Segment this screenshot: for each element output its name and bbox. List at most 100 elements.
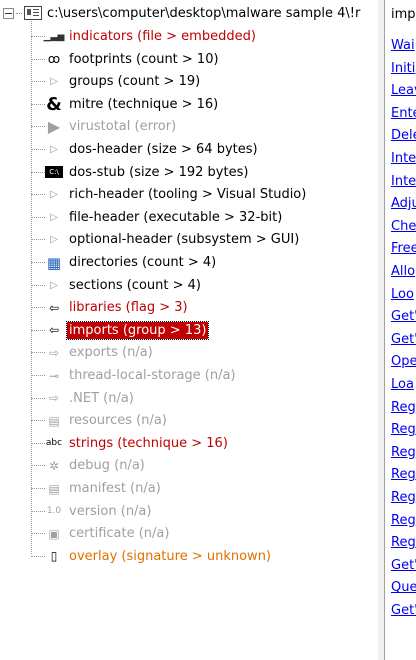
imports-icon: ⇦ bbox=[48, 323, 60, 338]
tree-item[interactable]: ⇨ .NET (n/a) bbox=[31, 388, 136, 409]
tree-connector bbox=[31, 488, 45, 489]
import-link[interactable]: Reg bbox=[391, 487, 416, 508]
import-link[interactable]: Inte bbox=[391, 148, 416, 169]
import-link[interactable]: Get' bbox=[391, 600, 416, 621]
tree-item[interactable]: ▁▃▅ indicators (file > embedded) bbox=[31, 26, 258, 47]
tree-connector bbox=[31, 126, 45, 128]
tree-item[interactable]: ▷ dos-header (size > 64 bytes) bbox=[31, 139, 260, 160]
resources-icon: ▤ bbox=[48, 413, 60, 428]
import-link[interactable]: Reg bbox=[391, 510, 416, 531]
tree-connector bbox=[31, 239, 45, 241]
tree-item[interactable]: abc strings (technique > 16) bbox=[31, 433, 230, 454]
tree-item[interactable]: ▯ overlay (signature > unknown) bbox=[31, 546, 273, 567]
tree-item-label: mitre (technique > 16) bbox=[69, 96, 219, 112]
tree-item[interactable]: & mitre (technique > 16) bbox=[31, 94, 220, 115]
tree-item-label: debug (n/a) bbox=[69, 458, 145, 474]
collapse-toggle[interactable] bbox=[3, 7, 14, 19]
tree-item-label: version (n/a) bbox=[69, 503, 152, 519]
tree-connector bbox=[31, 216, 45, 218]
tree-item-label: manifest (n/a) bbox=[69, 481, 161, 496]
tree-connector bbox=[16, 12, 22, 14]
import-link[interactable]: Allo bbox=[391, 261, 415, 282]
tree-item[interactable]: ꝏ footprints (count > 10) bbox=[31, 49, 221, 70]
tree-item[interactable]: ▷ sections (count > 4) bbox=[31, 275, 203, 296]
expand-arrow-icon: ▷ bbox=[50, 279, 58, 291]
tree-connector bbox=[31, 442, 45, 444]
tree-connector bbox=[31, 397, 45, 399]
import-link[interactable]: Reg bbox=[391, 464, 416, 485]
import-link[interactable]: Ope bbox=[391, 351, 416, 372]
console-icon: C:\ bbox=[45, 166, 63, 179]
expand-arrow-icon: ▷ bbox=[50, 189, 58, 201]
tree-item-label: strings (technique > 16) bbox=[69, 435, 228, 451]
exports-icon: ⇨ bbox=[48, 345, 60, 360]
import-link[interactable]: Reg bbox=[391, 397, 416, 418]
version-icon: 1.0 bbox=[46, 506, 62, 517]
tree-connector bbox=[31, 307, 45, 309]
import-link[interactable]: Initi bbox=[391, 58, 415, 79]
tree-item[interactable]: 1.0 version (n/a) bbox=[31, 501, 153, 522]
tree-item[interactable]: ▤ resources (n/a) bbox=[31, 410, 169, 431]
tree-item[interactable]: ▶ virustotal (error) bbox=[31, 116, 178, 137]
import-link[interactable]: Wai bbox=[391, 35, 415, 56]
import-link[interactable]: Reg bbox=[391, 442, 416, 463]
tree-connector bbox=[31, 510, 45, 512]
import-link[interactable]: Inte bbox=[391, 171, 416, 192]
tree-connector bbox=[31, 149, 45, 150]
import-link[interactable]: Reg bbox=[391, 419, 416, 440]
tree-connector bbox=[31, 555, 45, 557]
import-link[interactable]: Get' bbox=[391, 306, 416, 327]
certificate-icon: ▣ bbox=[48, 526, 60, 541]
tree-item-label: directories (count > 4) bbox=[69, 255, 217, 270]
tree-item[interactable]: ▷ rich-header (tooling > Visual Studio) bbox=[31, 184, 308, 205]
tree-item[interactable]: ⊸ thread-local-storage (n/a) bbox=[31, 365, 238, 386]
strings-icon: abc bbox=[45, 438, 63, 449]
tree-connector bbox=[31, 171, 45, 173]
tree-item[interactable]: C:\ dos-stub (size > 192 bytes) bbox=[31, 162, 250, 183]
import-link[interactable]: Leav bbox=[391, 80, 416, 101]
tree-item[interactable]: ▤ manifest (n/a) bbox=[31, 478, 163, 499]
tree-item[interactable]: ⇦ imports (group > 13) bbox=[31, 320, 210, 341]
tree-item-label: file-header (executable > 32-bit) bbox=[69, 209, 283, 225]
import-link[interactable]: Loo bbox=[391, 284, 414, 305]
tree-item-label: exports (n/a) bbox=[69, 345, 153, 361]
tree-item-label: certificate (n/a) bbox=[69, 526, 170, 542]
expand-arrow-icon: ▷ bbox=[50, 144, 58, 155]
document-icon: ▯ bbox=[50, 549, 58, 564]
import-link[interactable]: Get' bbox=[391, 329, 416, 350]
import-link[interactable]: Reg bbox=[391, 532, 416, 553]
import-link[interactable]: Che bbox=[391, 216, 416, 237]
bar-chart-icon: ▁▃▅ bbox=[43, 31, 65, 42]
import-link[interactable]: Loa bbox=[391, 374, 414, 395]
import-link[interactable]: Get' bbox=[391, 555, 416, 576]
tree-item[interactable]: ▦ directories (count > 4) bbox=[31, 252, 218, 273]
tree-item-label: .NET (n/a) bbox=[69, 390, 134, 406]
expand-arrow-icon: ▷ bbox=[50, 76, 58, 88]
tree-item[interactable]: ⇨ exports (n/a) bbox=[31, 342, 155, 363]
tree-connector bbox=[31, 103, 45, 105]
tree-item-label: sections (count > 4) bbox=[69, 277, 201, 293]
tree-item[interactable]: ⇦ libraries (flag > 3) bbox=[31, 297, 190, 318]
import-link[interactable]: Que bbox=[391, 577, 416, 598]
expand-arrow-icon: ▷ bbox=[50, 211, 58, 223]
tree-item-label: virustotal (error) bbox=[69, 119, 177, 135]
tree-item[interactable]: ▣ certificate (n/a) bbox=[31, 523, 171, 544]
tree-root[interactable]: c:\users\computer\desktop\malware sample… bbox=[3, 3, 360, 23]
tree-item[interactable]: ✲ debug (n/a) bbox=[31, 455, 147, 476]
tree-item[interactable]: ▷ optional-header (subsystem > GUI) bbox=[31, 229, 301, 250]
imports-panel[interactable]: imp WaiInitiLeavEnteDeleInteInteAdjuCheF… bbox=[384, 0, 416, 660]
tree-item[interactable]: ▷ groups (count > 19) bbox=[31, 71, 202, 92]
import-link[interactable]: Free bbox=[391, 238, 416, 259]
tree-item[interactable]: ▷ file-header (executable > 32-bit) bbox=[31, 207, 284, 228]
tree-item-label: overlay (signature > unknown) bbox=[69, 548, 272, 564]
tree-view[interactable]: c:\users\computer\desktop\malware sample… bbox=[0, 0, 378, 660]
directories-icon: ▦ bbox=[46, 253, 62, 272]
import-link[interactable]: Ente bbox=[391, 103, 416, 124]
tls-icon: ⊸ bbox=[48, 368, 60, 383]
import-link[interactable]: Dele bbox=[391, 125, 416, 146]
import-link[interactable]: Adju bbox=[391, 193, 416, 214]
tree-item-label: resources (n/a) bbox=[69, 413, 167, 429]
tree-connector bbox=[31, 329, 45, 331]
tree-connector bbox=[31, 352, 45, 354]
bug-icon: ✲ bbox=[48, 458, 60, 473]
